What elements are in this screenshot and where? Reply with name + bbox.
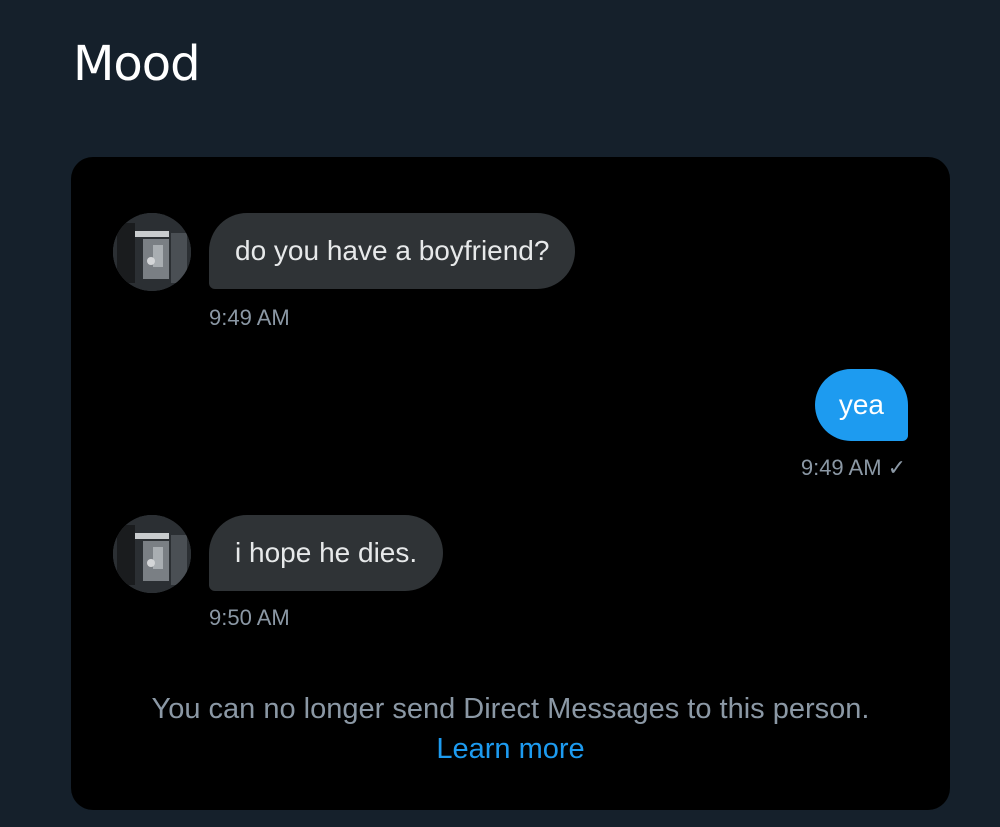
message-bubble-incoming[interactable]: do you have a boyfriend?	[209, 213, 576, 289]
avatar-image	[113, 213, 191, 291]
message-bubble-incoming[interactable]: i hope he dies.	[209, 515, 444, 591]
check-icon: ✓	[887, 455, 906, 480]
avatar[interactable]	[113, 213, 191, 291]
post-text: Mood	[73, 36, 201, 92]
learn-more-link[interactable]: Learn more	[436, 733, 584, 765]
message-timestamp: 9:49 AM	[209, 305, 290, 330]
dm-screenshot: do you have a boyfriend? 9:49 AM yea 9:4…	[71, 157, 950, 810]
message-timestamp-outgoing: 9:49 AM ✓	[801, 455, 906, 481]
message-timestamp: 9:49 AM	[800, 455, 882, 480]
avatar[interactable]	[113, 515, 191, 593]
page: Mood do you have a boyfriend? 9:49 AM ye…	[0, 0, 1000, 827]
notice-text: You can no longer send Direct Messages t…	[151, 693, 870, 725]
dm-restricted-notice: You can no longer send Direct Messages t…	[71, 689, 950, 769]
avatar-image	[113, 515, 191, 593]
message-timestamp: 9:50 AM	[209, 605, 290, 630]
message-bubble-outgoing[interactable]: yea	[814, 369, 908, 441]
